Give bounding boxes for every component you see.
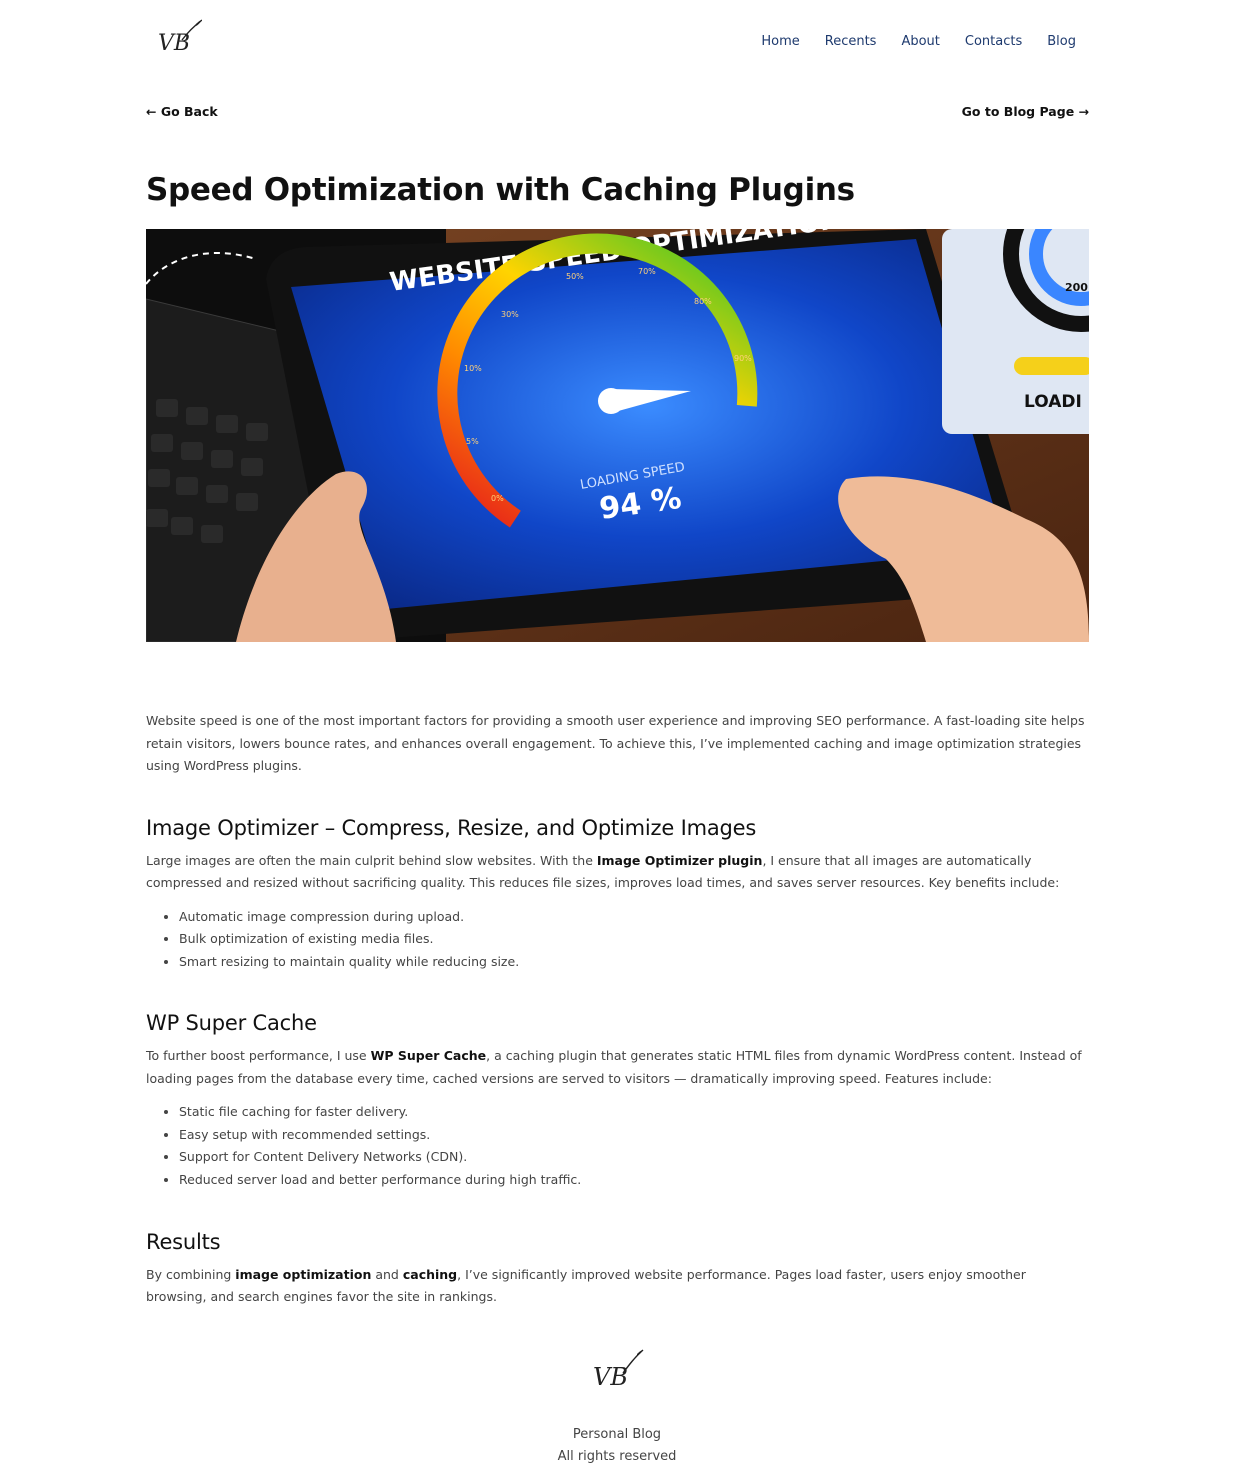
footer-rights: All rights reserved [557, 1449, 677, 1464]
nav-contacts[interactable]: Contacts [965, 34, 1022, 49]
wp-super-cache-list: Static file caching for faster delivery.… [146, 1101, 1089, 1191]
list-item: Support for Content Delivery Networks (C… [179, 1146, 1089, 1169]
gauge-tick: 5% [466, 437, 479, 446]
nav-recents[interactable]: Recents [825, 34, 877, 49]
footer-logo-text: VB [593, 1363, 628, 1391]
list-item: Reduced server load and better performan… [179, 1169, 1089, 1192]
gauge-tick: 70% [638, 267, 656, 276]
gauge-tick: 80% [694, 297, 712, 306]
image-optimizer-paragraph: Large images are often the main culprit … [146, 852, 1060, 891]
post-navigation: ← Go Back Go to Blog Page → [146, 104, 1089, 124]
post-title: Speed Optimization with Caching Plugins [146, 172, 855, 208]
site-logo[interactable]: VB [152, 16, 202, 60]
image-optimizer-list: Automatic image compression during uploa… [146, 906, 1089, 974]
results-paragraph: By combining image optimization and cach… [146, 1266, 1026, 1305]
logo-text: VB [158, 31, 190, 56]
gauge-tick: 50% [566, 272, 584, 281]
footer-logo[interactable]: VB [589, 1345, 645, 1395]
gauge-tick: 0% [491, 494, 504, 503]
gauge-tick: 30% [501, 310, 519, 319]
footer-blog-name: Personal Blog [572, 1427, 662, 1442]
nav-blog[interactable]: Blog [1047, 34, 1076, 49]
nav-home[interactable]: Home [761, 34, 799, 49]
section-heading-image-optimizer: Image Optimizer – Compress, Resize, and … [146, 815, 757, 840]
site-header: VB Home Recents About Contacts Blog [146, 14, 1089, 72]
post-content: Website speed is one of the most importa… [146, 710, 1089, 1309]
side-badge: 200 MP [1065, 281, 1089, 294]
list-item: Bulk optimization of existing media file… [179, 928, 1089, 951]
side-label: LOADI [1024, 392, 1082, 412]
main-nav: Home Recents About Contacts Blog [736, 34, 1076, 49]
go-to-blog-link[interactable]: Go to Blog Page → [962, 104, 1089, 119]
nav-about[interactable]: About [901, 34, 939, 49]
wp-super-cache-paragraph: To further boost performance, I use WP S… [146, 1048, 1082, 1086]
section-heading-wp-super-cache: WP Super Cache [146, 1011, 317, 1036]
section-heading-results: Results [146, 1229, 221, 1254]
site-footer: VB Personal Blog All rights reserved [0, 1345, 1234, 1468]
list-item: Smart resizing to maintain quality while… [179, 951, 1089, 974]
intro-paragraph: Website speed is one of the most importa… [146, 713, 1085, 773]
hero-image: WEBSITE SPEED OPTIMIZATION 0% 5% 10% 30%… [146, 229, 1089, 642]
gauge-tick: 10% [464, 364, 482, 373]
gauge-tick: 90% [734, 354, 752, 363]
go-back-link[interactable]: ← Go Back [146, 104, 218, 119]
list-item: Static file caching for faster delivery. [179, 1101, 1089, 1124]
list-item: Easy setup with recommended settings. [179, 1124, 1089, 1147]
hero-illustration: WEBSITE SPEED OPTIMIZATION 0% 5% 10% 30%… [146, 229, 1089, 642]
list-item: Automatic image compression during uploa… [179, 906, 1089, 929]
